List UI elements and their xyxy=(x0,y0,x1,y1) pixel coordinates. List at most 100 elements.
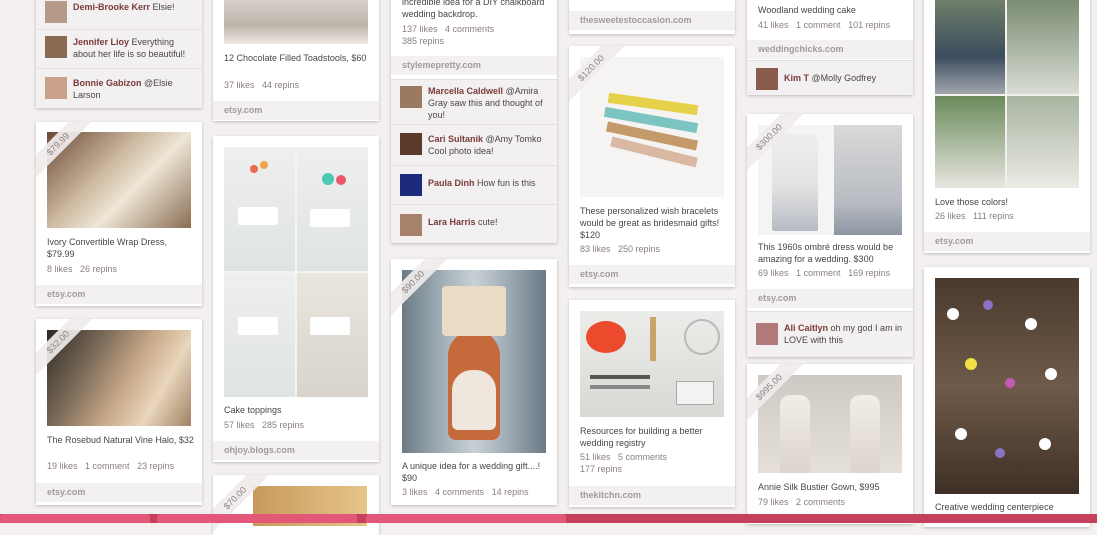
pin-card[interactable]: Woodland wedding cake 41 likes 1 comment… xyxy=(747,0,913,95)
pin-source[interactable]: thesweetestoccasion.com xyxy=(569,11,735,30)
comment: Bonnie Gabizon @Elsie Larson xyxy=(36,68,202,108)
pin-stats: 26 likes 111 repins xyxy=(935,211,1014,221)
pin-stats: 3 likes 4 comments 14 repins xyxy=(402,487,529,497)
pin-stats: 37 likes 44 repins xyxy=(224,80,300,90)
comment: Lara Harris cute! xyxy=(391,204,557,243)
comment: Ali Caitlyn oh my god I am in LOVE with … xyxy=(747,311,913,357)
avatar[interactable] xyxy=(400,174,422,196)
pin-description: Resources for building a better wedding … xyxy=(580,426,703,448)
pin-source[interactable]: thekitchn.com xyxy=(569,486,735,505)
toolbar-tab[interactable] xyxy=(157,514,357,523)
pin-image[interactable] xyxy=(758,125,902,235)
pin-description: A unique idea for a wedding gift....! $9… xyxy=(402,461,541,483)
toolbar-tab[interactable] xyxy=(0,514,150,523)
pin-source[interactable]: stylemepretty.com xyxy=(391,56,557,75)
comment-text: cute! xyxy=(478,217,498,227)
pin-card[interactable]: $120.00 These personalized wish bracelet… xyxy=(569,46,735,287)
pin-card[interactable]: Creative wedding centerpiece xyxy=(924,267,1090,527)
pin-stats: 69 likes 1 comment 169 repins xyxy=(758,268,891,278)
comment-user[interactable]: Bonnie Gabizon xyxy=(73,78,142,88)
pin-source[interactable]: etsy.com xyxy=(569,265,735,284)
pin-description: Woodland wedding cake xyxy=(758,5,856,15)
pin-stats: 83 likes 250 repins xyxy=(580,244,661,254)
pin-stats: 51 likes 5 comments xyxy=(580,452,668,462)
pin-source[interactable]: etsy.com xyxy=(213,101,379,120)
pin-description: Ivory Convertible Wrap Dress, $79.99 xyxy=(47,237,167,259)
comment: Marcella Caldwell @Amira Gray saw this a… xyxy=(391,79,557,124)
pin-image[interactable] xyxy=(47,330,191,426)
comment-user[interactable]: Cari Sultanik xyxy=(428,134,483,144)
pin-card[interactable]: incredible idea for a DIY chalkboard wed… xyxy=(391,0,557,243)
avatar[interactable] xyxy=(400,86,422,108)
comment: Kim T @Molly Godfrey xyxy=(747,60,913,95)
pin-card[interactable]: $32.00 The Rosebud Natural Vine Halo, $3… xyxy=(36,319,202,505)
comment-user[interactable]: Marcella Caldwell xyxy=(428,86,503,96)
avatar[interactable] xyxy=(756,68,778,90)
bottom-toolbar[interactable] xyxy=(0,514,1097,523)
pin-source[interactable]: etsy.com xyxy=(36,483,202,502)
comment-card: Demi-Brooke Kerr Elsie! Jennifer Lioy Ev… xyxy=(36,0,202,108)
pin-image[interactable] xyxy=(402,270,546,453)
pin-description: Annie Silk Bustier Gown, $995 xyxy=(758,482,880,492)
pin-card[interactable]: Cake toppings 57 likes 285 repins ohjoy.… xyxy=(213,136,379,462)
comment-user[interactable]: Ali Caitlyn xyxy=(784,323,828,333)
pin-stats-repins: 177 repins xyxy=(580,464,623,474)
pin-image[interactable] xyxy=(580,57,724,197)
pin-description: This 1960s ombré dress would be amazing … xyxy=(758,242,894,264)
pin-stats: 19 likes 1 comment 23 repins xyxy=(47,461,175,471)
pin-card[interactable]: Resources for building a better wedding … xyxy=(569,300,735,507)
pin-source[interactable]: etsy.com xyxy=(747,289,913,308)
pin-stats: 79 likes 2 comments xyxy=(758,497,846,507)
avatar[interactable] xyxy=(400,214,422,236)
avatar[interactable] xyxy=(45,77,67,99)
comment-text: @Molly Godfrey xyxy=(811,73,877,83)
pin-image[interactable] xyxy=(224,0,368,44)
pin-image[interactable] xyxy=(935,278,1079,494)
toolbar-tab[interactable] xyxy=(366,514,566,523)
pin-stats: 57 likes 285 repins xyxy=(224,420,305,430)
comment-text: Elsie! xyxy=(152,2,175,12)
pin-source[interactable]: ohjoy.blogs.com xyxy=(213,441,379,460)
pin-card[interactable]: Love those colors! 26 likes 111 repins e… xyxy=(924,0,1090,253)
pin-image[interactable] xyxy=(224,147,368,397)
pin-source[interactable]: etsy.com xyxy=(924,232,1090,251)
pin-card[interactable]: thesweetestoccasion.com xyxy=(569,0,735,34)
comment: Paula Dinh How fun is this xyxy=(391,165,557,204)
comment: Jennifer Lioy Everything about her life … xyxy=(36,29,202,68)
pin-source[interactable]: etsy.com xyxy=(36,285,202,304)
comment: Demi-Brooke Kerr Elsie! xyxy=(36,0,202,29)
avatar[interactable] xyxy=(400,133,422,155)
pin-description: 12 Chocolate Filled Toadstools, $60 xyxy=(224,53,367,63)
pin-card[interactable]: $300.00 This 1960s ombré dress would be … xyxy=(747,114,913,357)
pin-stats: 41 likes 1 comment 101 repins xyxy=(758,20,891,30)
avatar[interactable] xyxy=(45,1,67,23)
comment-user[interactable]: Kim T xyxy=(784,73,809,83)
comment-user[interactable]: Lara Harris xyxy=(428,217,476,227)
pin-image[interactable] xyxy=(580,311,724,417)
pin-stats: 8 likes 26 repins xyxy=(47,264,118,274)
avatar[interactable] xyxy=(45,36,67,58)
pin-card[interactable]: 12 Chocolate Filled Toadstools, $60 37 l… xyxy=(213,0,379,121)
pin-description: Cake toppings xyxy=(224,405,282,415)
pin-source[interactable]: weddingchicks.com xyxy=(747,40,913,59)
pin-card[interactable]: $995.00 Annie Silk Bustier Gown, $995 79… xyxy=(747,364,913,524)
comment-user[interactable]: Jennifer Lioy xyxy=(73,37,129,47)
pin-stats-repins: 385 repins xyxy=(402,36,445,46)
comment-user[interactable]: Paula Dinh xyxy=(428,178,475,188)
pin-image[interactable] xyxy=(935,0,1079,188)
pin-description: Creative wedding centerpiece xyxy=(935,502,1054,512)
pin-image[interactable] xyxy=(47,132,191,228)
pin-card[interactable]: $90.00 A unique idea for a wedding gift.… xyxy=(391,259,557,505)
pin-card[interactable]: $70.00 xyxy=(213,475,379,535)
avatar[interactable] xyxy=(756,323,778,345)
pin-description: The Rosebud Natural Vine Halo, $32 xyxy=(47,435,194,445)
comment: Cari Sultanik @Amy Tomko Cool photo idea… xyxy=(391,124,557,165)
comment-text: How fun is this xyxy=(477,178,536,188)
pin-card[interactable]: $79.99 Ivory Convertible Wrap Dress, $79… xyxy=(36,122,202,306)
pin-stats: 137 likes 4 comments xyxy=(402,24,495,34)
pin-description: Love those colors! xyxy=(935,197,1009,207)
pin-description: incredible idea for a DIY chalkboard wed… xyxy=(402,0,545,19)
pin-description: These personalized wish bracelets would … xyxy=(580,206,720,240)
comment-user[interactable]: Demi-Brooke Kerr xyxy=(73,2,150,12)
pin-image[interactable] xyxy=(758,375,902,473)
